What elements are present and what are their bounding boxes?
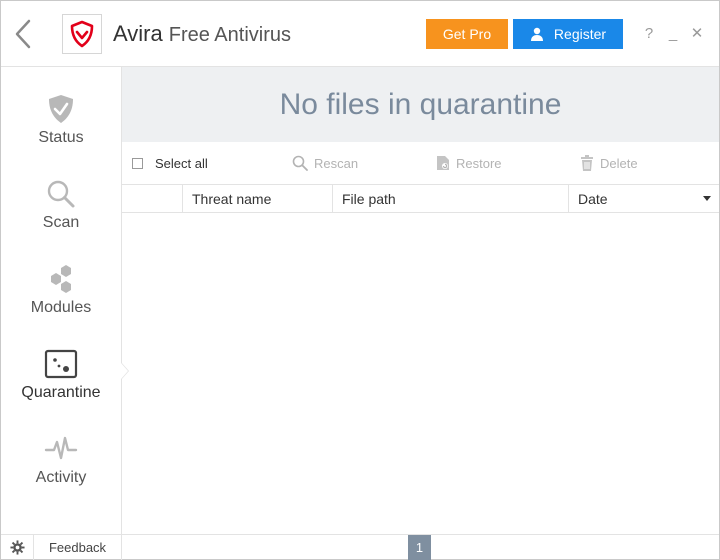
quarantine-banner: No files in quarantine (122, 67, 719, 142)
sidebar-item-label: Status (38, 129, 84, 146)
pulse-icon (44, 431, 78, 467)
sort-descending-icon (703, 196, 711, 201)
app-title: Avira Free Antivirus (113, 21, 291, 47)
quarantine-table-body (122, 213, 719, 534)
trash-icon (581, 155, 593, 171)
gear-icon (9, 540, 25, 555)
quarantine-toolbar: Select all Rescan Restore Delete (122, 142, 719, 184)
sidebar-item-label: Scan (42, 214, 80, 231)
sidebar-item-quarantine[interactable]: Quarantine (1, 322, 121, 407)
restore-file-icon (437, 156, 449, 170)
restore-label: Restore (456, 155, 502, 171)
page-number-badge[interactable]: 1 (408, 535, 431, 560)
sidebar: Status Scan Modules Quarantine Activity (1, 67, 122, 534)
feedback-link[interactable]: Feedback (34, 535, 122, 560)
help-button[interactable]: ? (640, 23, 658, 43)
app-product: Free Antivirus (168, 24, 291, 46)
register-label: Register (553, 26, 607, 42)
status-bar: Feedback 1 (1, 534, 719, 560)
close-button[interactable]: ✕ (688, 23, 706, 43)
column-header-date-label: Date (578, 190, 608, 207)
search-icon (292, 155, 308, 171)
user-icon (530, 27, 543, 41)
title-bar: Avira Free Antivirus Get Pro Register ? _… (1, 1, 719, 67)
app-window: Avira Free Antivirus Get Pro Register ? _… (0, 0, 720, 560)
select-all-checkbox[interactable]: Select all (132, 142, 208, 184)
settings-button[interactable] (1, 535, 34, 560)
shield-check-icon (46, 91, 76, 127)
sidebar-item-label: Quarantine (21, 384, 101, 401)
minimize-button[interactable]: _ (664, 23, 682, 43)
main-panel: No files in quarantine Select all Rescan (122, 67, 719, 534)
active-indicator (121, 363, 128, 379)
column-header-file-path[interactable]: File path (332, 185, 568, 212)
restore-button[interactable]: Restore (436, 142, 502, 184)
checkbox-box[interactable] (132, 157, 143, 169)
column-header-date[interactable]: Date (568, 185, 719, 212)
sidebar-item-scan[interactable]: Scan (1, 152, 121, 237)
get-pro-button[interactable]: Get Pro (426, 19, 508, 49)
avira-logo (62, 14, 102, 54)
sidebar-item-label: Activity (35, 469, 87, 486)
delete-label: Delete (600, 155, 638, 171)
table-header: Threat name File path Date (122, 184, 719, 213)
delete-button[interactable]: Delete (580, 142, 638, 184)
back-button[interactable] (1, 1, 45, 67)
sidebar-item-label: Modules (30, 299, 92, 316)
quarantine-box-icon (44, 346, 78, 382)
column-header-select[interactable] (122, 185, 182, 212)
sidebar-item-modules[interactable]: Modules (1, 237, 121, 322)
magnifier-icon (46, 176, 76, 212)
rescan-label: Rescan (314, 155, 359, 171)
rescan-button[interactable]: Rescan (292, 142, 358, 184)
app-brand: Avira (113, 21, 163, 46)
avira-shield-icon (70, 20, 94, 48)
chevron-left-icon (15, 19, 31, 49)
banner-text: No files in quarantine (279, 87, 562, 121)
sidebar-item-status[interactable]: Status (1, 67, 121, 152)
register-button[interactable]: Register (513, 19, 623, 49)
select-all-label: Select all (155, 155, 208, 171)
sidebar-item-activity[interactable]: Activity (1, 407, 121, 492)
hexagons-icon (45, 261, 77, 297)
column-header-threat-name[interactable]: Threat name (182, 185, 332, 212)
